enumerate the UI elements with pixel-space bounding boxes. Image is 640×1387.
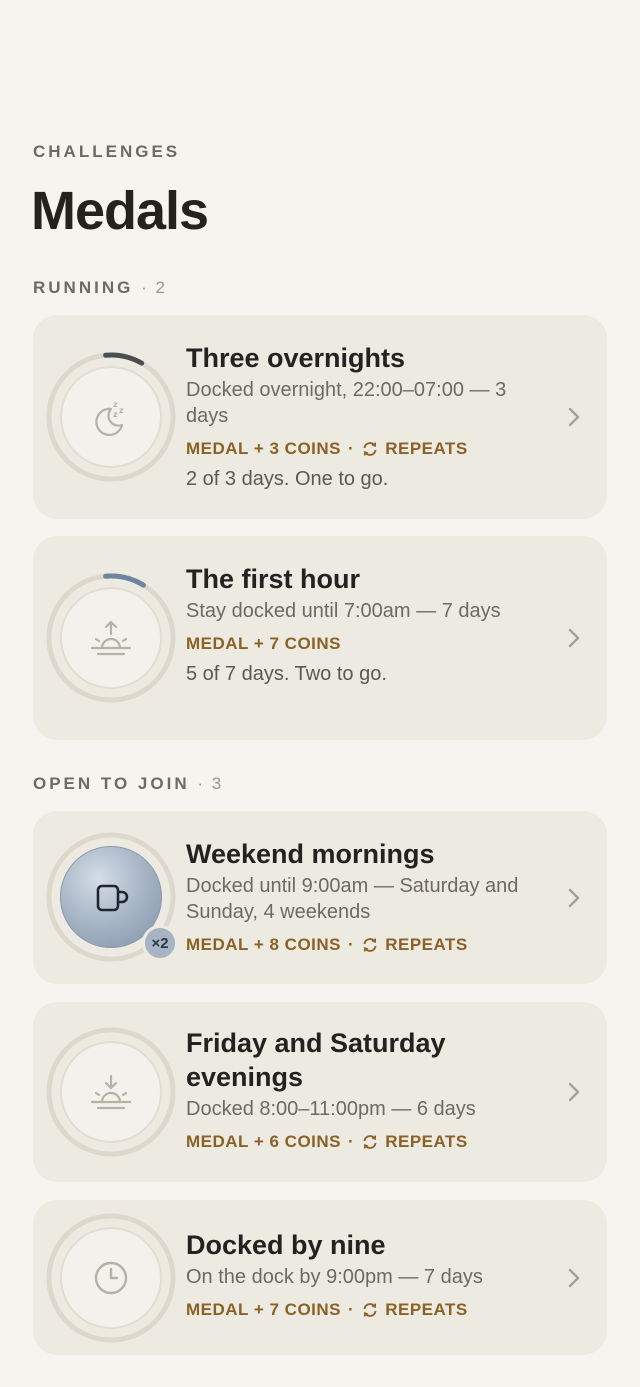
card-progress-text: 2 of 3 days. One to go. [186, 468, 389, 490]
separator-dot: · [348, 1132, 355, 1151]
progress-arc [103, 573, 146, 588]
repeat-icon [363, 1303, 377, 1317]
repeats-label: REPEATS [385, 439, 468, 458]
medal-face [60, 1227, 162, 1329]
separator-dot: · [348, 1300, 355, 1319]
card-subtitle: Docked until 9:00am — Saturday and Sunda… [186, 875, 519, 923]
challenge-card-weekend-mornings[interactable]: ×2 Weekend mornings Docked until 9:00am … [33, 811, 607, 984]
medal-face: z z z [60, 366, 162, 468]
multiplier-badge: ×2 [142, 925, 178, 961]
repeats-label: REPEATS [385, 935, 468, 954]
medal-face [60, 587, 162, 689]
card-content: Weekend mornings Docked until 9:00am — S… [186, 837, 536, 957]
mug-icon [96, 884, 129, 912]
section-running-count: · 2 [141, 278, 167, 297]
separator-dot: · [348, 935, 355, 954]
medal-progress: z z z [45, 351, 177, 483]
challenge-card-three-overnights[interactable]: z z z Three overnights Docked overnight,… [33, 315, 607, 519]
card-content: Docked by nine On the dock by 9:00pm — 7… [186, 1228, 536, 1322]
repeat-icon [363, 938, 377, 952]
section-running-label: RUNNING · 2 [33, 278, 167, 298]
card-title: Friday and Saturday evenings [186, 1028, 446, 1092]
card-title: The first hour [186, 564, 360, 594]
reward-label: MEDAL + 8 COINS [186, 935, 342, 954]
clock-icon [94, 1261, 128, 1295]
chevron-right-icon [568, 888, 580, 908]
challenge-card-docked-by-nine[interactable]: Docked by nine On the dock by 9:00pm — 7… [33, 1200, 607, 1355]
card-subtitle: Docked overnight, 22:00–07:00 — 3 days [186, 379, 507, 427]
challenge-card-friday-saturday-evenings[interactable]: Friday and Saturday evenings Docked 8:00… [33, 1002, 607, 1182]
card-reward: MEDAL + 6 COINS · REPEATS [186, 1130, 536, 1154]
medals-screen: CHALLENGES Medals RUNNING · 2 z z z Thre… [0, 0, 640, 1387]
section-open-count: · 3 [197, 774, 224, 793]
page-eyebrow: CHALLENGES [33, 142, 181, 161]
card-reward: MEDAL + 7 COINS · REPEATS [186, 1298, 536, 1322]
card-content: The first hour Stay docked until 7:00am … [186, 562, 536, 687]
section-open-title: OPEN TO JOIN [33, 774, 190, 793]
chevron-right-icon [568, 628, 580, 648]
medal-earned: ×2 [45, 831, 178, 963]
repeats-label: REPEATS [385, 1300, 468, 1319]
svg-text:z: z [119, 406, 124, 415]
card-title: Three overnights [186, 343, 406, 373]
moon-sleep-icon: z z z [95, 400, 124, 436]
card-progress-text: 5 of 7 days. Two to go. [186, 663, 387, 685]
reward-label: MEDAL + 7 COINS [186, 1300, 342, 1319]
page-title: Medals [31, 181, 209, 241]
card-title: Docked by nine [186, 1230, 386, 1260]
chevron-right-icon [568, 407, 580, 427]
svg-text:z: z [113, 400, 118, 409]
card-title: Weekend mornings [186, 839, 435, 869]
repeats-label: REPEATS [385, 1132, 468, 1151]
repeat-icon [363, 442, 377, 456]
card-reward: MEDAL + 7 COINS [186, 632, 536, 656]
challenge-card-the-first-hour[interactable]: The first hour Stay docked until 7:00am … [33, 536, 607, 740]
medal-face [60, 1041, 162, 1143]
medal-progress [45, 572, 177, 704]
separator-dot: · [348, 439, 355, 458]
medal-progress [45, 1026, 177, 1158]
section-running-title: RUNNING [33, 278, 134, 297]
reward-label: MEDAL + 3 COINS [186, 439, 342, 458]
card-content: Friday and Saturday evenings Docked 8:00… [186, 1026, 536, 1154]
chevron-right-icon [568, 1082, 580, 1102]
card-reward: MEDAL + 3 COINS · REPEATS [186, 437, 536, 461]
reward-label: MEDAL + 7 COINS [186, 634, 342, 653]
svg-text:z: z [113, 410, 118, 419]
sunset-icon [90, 1074, 132, 1110]
repeat-icon [363, 1135, 377, 1149]
card-subtitle: Stay docked until 7:00am — 7 days [186, 600, 501, 622]
reward-label: MEDAL + 6 COINS [186, 1132, 342, 1151]
card-subtitle: On the dock by 9:00pm — 7 days [186, 1266, 483, 1288]
medal-progress [45, 1212, 177, 1344]
section-open-label: OPEN TO JOIN · 3 [33, 774, 223, 794]
card-reward: MEDAL + 8 COINS · REPEATS [186, 933, 536, 957]
progress-arc [103, 352, 145, 366]
card-content: Three overnights Docked overnight, 22:00… [186, 341, 536, 492]
card-subtitle: Docked 8:00–11:00pm — 6 days [186, 1098, 476, 1120]
chevron-right-icon [568, 1268, 580, 1288]
sunrise-icon [90, 620, 132, 656]
